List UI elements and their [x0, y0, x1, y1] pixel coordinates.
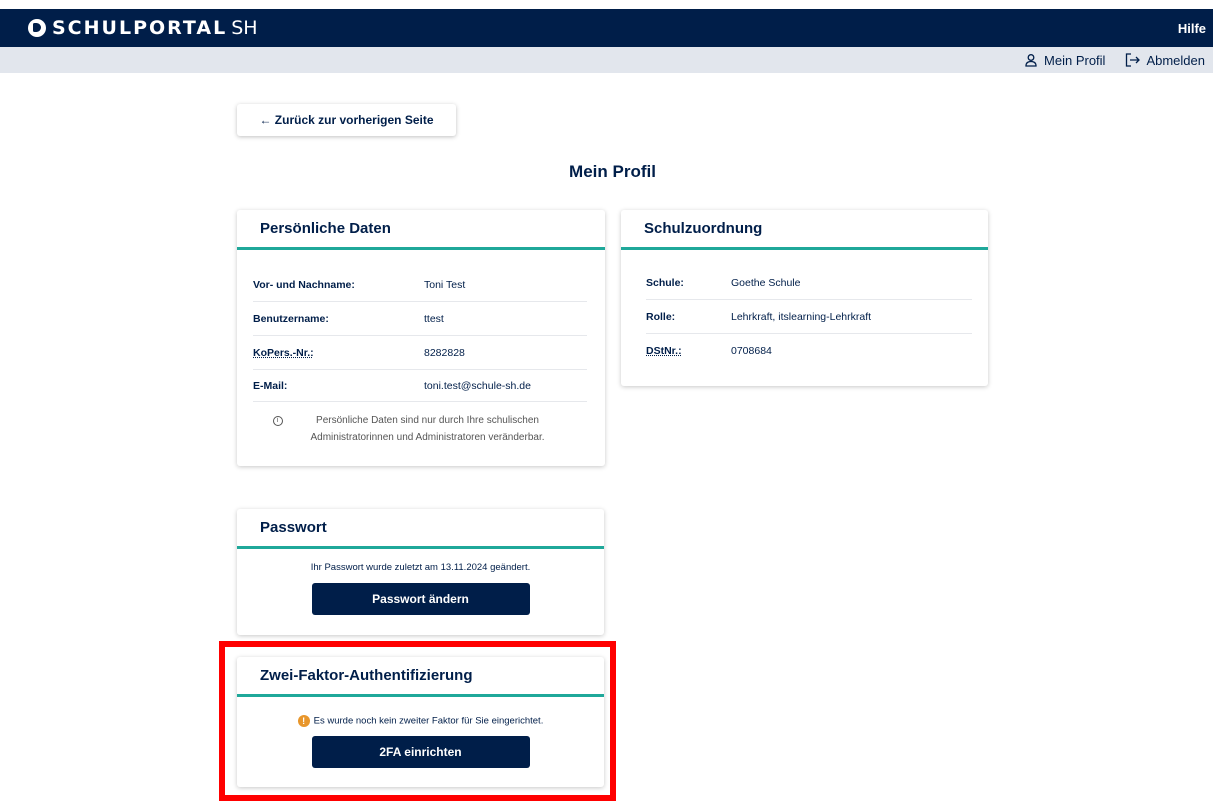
user-icon [1025, 54, 1037, 67]
row-label: KoPers.-Nr.: [253, 346, 314, 359]
top-navigation-bar: SCHULPORTAL SH Hilfe [0, 9, 1213, 47]
back-button[interactable]: ← Zurück zur vorherigen Seite [237, 104, 456, 136]
table-row: Benutzername: ttest [253, 302, 587, 336]
row-value: Toni Test [424, 278, 466, 291]
school-assignment-list: Schule: Goethe Schule Rolle: Lehrkraft, … [621, 250, 988, 368]
row-value: 8282828 [424, 346, 465, 359]
schulportal-logo[interactable]: SCHULPORTAL SH [28, 17, 258, 39]
page-title: Mein Profil [569, 162, 656, 181]
personal-data-title: Persönliche Daten [237, 210, 605, 250]
school-assignment-title: Schulzuordnung [621, 210, 988, 250]
logout-icon [1126, 53, 1141, 67]
password-title: Passwort [237, 509, 604, 549]
password-card: Passwort Ihr Passwort wurde zuletzt am 1… [237, 509, 604, 635]
row-value: 0708684 [731, 345, 772, 357]
abmelden-label: Abmelden [1146, 52, 1205, 68]
row-value: Lehrkraft, itslearning-Lehrkraft [731, 310, 872, 323]
user-bar: Mein Profil Abmelden [0, 47, 1213, 73]
mein-profil-link[interactable]: Mein Profil [1024, 53, 1105, 68]
brand-suffix: SH [231, 17, 258, 39]
mein-profil-label: Mein Profil [1044, 52, 1106, 68]
personal-data-note-text: Persönliche Daten sind nur durch Ihre sc… [310, 415, 545, 443]
row-value: ttest [424, 312, 444, 325]
table-row: Vor- und Nachname: Toni Test [253, 268, 587, 302]
table-row: DStNr.: 0708684 [646, 334, 972, 368]
row-label: DStNr.: [646, 345, 682, 357]
row-label: Vor- und Nachname: [253, 278, 355, 291]
row-label: Schule: [646, 276, 684, 289]
table-row: KoPers.-Nr.: 8282828 [253, 336, 587, 370]
abmelden-link[interactable]: Abmelden [1125, 53, 1205, 68]
school-assignment-card: Schulzuordnung Schule: Goethe Schule Rol… [621, 210, 988, 386]
table-row: Rolle: Lehrkraft, itslearning-Lehrkraft [646, 300, 972, 334]
personal-data-note: i Persönliche Daten sind nur durch Ihre … [253, 412, 587, 446]
brand-name: SCHULPORTAL [52, 17, 228, 39]
row-value: toni.test@schule-sh.de [424, 379, 531, 392]
row-label: Rolle: [646, 310, 676, 323]
change-password-button[interactable]: Passwort ändern [311, 583, 530, 615]
info-icon: i [272, 416, 283, 426]
row-label: E-Mail: [253, 379, 288, 392]
personal-data-list: Vor- und Nachname: Toni Test Benutzernam… [237, 250, 605, 446]
table-row: Schule: Goethe Schule [646, 266, 972, 300]
schulportal-logo-icon [28, 19, 46, 37]
back-button-label: ← Zurück zur vorherigen Seite [259, 113, 434, 127]
table-row: E-Mail: toni.test@schule-sh.de [253, 370, 587, 402]
help-link[interactable]: Hilfe [1178, 21, 1206, 36]
password-status-text: Ihr Passwort wurde zuletzt am 13.11.2024… [310, 562, 531, 573]
personal-data-card: Persönliche Daten Vor- und Nachname: Ton… [237, 210, 605, 466]
highlight-box [219, 641, 616, 801]
row-value: Goethe Schule [731, 276, 801, 289]
row-label: Benutzername: [253, 312, 329, 325]
